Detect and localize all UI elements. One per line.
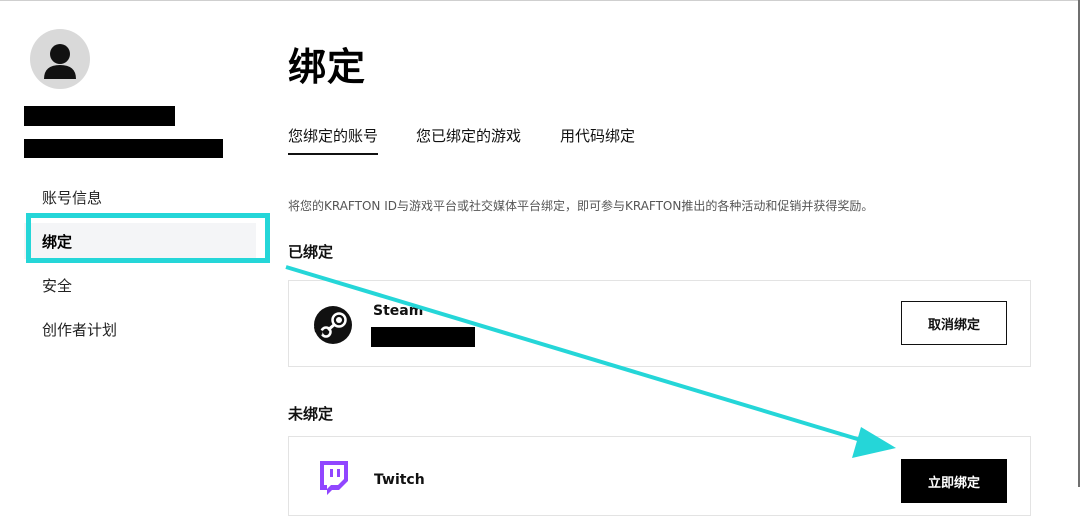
sidebar-item-creator-program[interactable]: 创作者计划: [24, 311, 256, 347]
sidebar-item-label: 创作者计划: [42, 320, 118, 339]
redacted-username: [24, 106, 175, 126]
user-silhouette-icon: [44, 44, 76, 79]
page-title: 绑定: [288, 45, 367, 89]
steam-icon: [313, 305, 353, 345]
tab-linked-games[interactable]: 您已绑定的游戏: [416, 125, 521, 153]
sidebar-item-binding[interactable]: 绑定: [24, 223, 256, 259]
redacted-steam-account: [371, 327, 475, 347]
sidebar-item-label: 账号信息: [42, 188, 103, 207]
sidebar-item-security[interactable]: 安全: [24, 267, 256, 303]
twitch-icon: [315, 459, 351, 495]
top-divider: [0, 0, 1080, 1]
sidebar-item-label: 安全: [42, 276, 73, 295]
binding-description: 将您的KRAFTON ID与游戏平台或社交媒体平台绑定，即可参与KRAFTON推…: [288, 199, 874, 213]
bind-twitch-button[interactable]: 立即绑定: [901, 459, 1007, 503]
unbind-steam-button[interactable]: 取消绑定: [901, 301, 1007, 345]
tab-linked-accounts[interactable]: 您绑定的账号: [288, 125, 379, 155]
redacted-email: [24, 139, 223, 158]
twitch-platform-name: Twitch: [374, 472, 425, 488]
unlinked-account-card: Twitch 立即绑定: [288, 436, 1031, 516]
sidebar-item-label: 绑定: [42, 232, 73, 251]
tab-code-binding[interactable]: 用代码绑定: [560, 125, 635, 153]
avatar[interactable]: [30, 29, 90, 89]
steam-platform-name: Steam: [373, 303, 424, 319]
unlinked-section-title: 未绑定: [288, 405, 334, 423]
sidebar-item-account-info[interactable]: 账号信息: [24, 179, 256, 215]
linked-section-title: 已绑定: [288, 243, 334, 261]
linked-account-card: Steam 取消绑定: [288, 280, 1031, 367]
